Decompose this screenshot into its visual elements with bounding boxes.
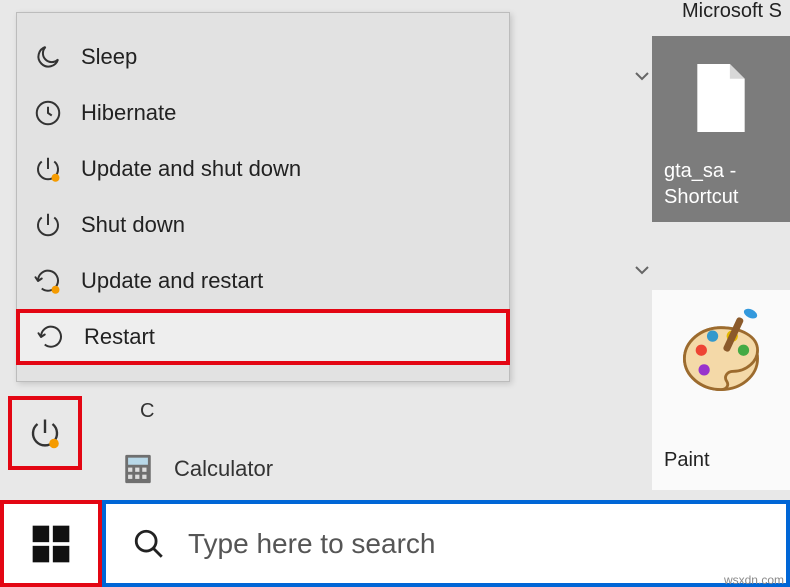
restart-label: Restart [84,324,155,350]
sleep-menu-item[interactable]: Sleep [17,29,509,85]
sleep-icon [33,42,81,72]
taskbar-search-placeholder: Type here to search [188,528,435,560]
shutdown-menu-item[interactable]: Shut down [17,197,509,253]
tile-paint[interactable]: Paint [652,290,790,490]
sleep-label: Sleep [81,44,137,70]
hibernate-icon [33,98,81,128]
update-shutdown-icon [33,154,81,184]
windows-logo-icon [29,522,73,566]
chevron-down-icon[interactable] [630,258,654,282]
apps-list: C Calculator [120,400,273,487]
update-restart-label: Update and restart [81,268,263,294]
taskbar: Type here to search [0,500,790,587]
file-icon [691,61,751,140]
hibernate-label: Hibernate [81,100,176,126]
tile-gta-shortcut[interactable]: gta_sa - Shortcut [652,36,790,222]
start-menu-area: Sleep Hibernate Updat [0,0,640,500]
power-icon [27,415,63,451]
chevron-down-icon[interactable] [630,64,654,88]
start-tiles-area: Microsoft S gta_sa - Shortcut [640,0,790,500]
power-options-menu: Sleep Hibernate Updat [16,12,510,382]
shutdown-icon [33,210,81,240]
apps-letter-header[interactable]: C [140,400,273,423]
paint-icon [676,308,766,403]
hibernate-menu-item[interactable]: Hibernate [17,85,509,141]
power-button[interactable] [8,396,82,470]
update-restart-icon [33,266,81,296]
calculator-icon [120,451,156,487]
update-restart-menu-item[interactable]: Update and restart [17,253,509,309]
shutdown-label: Shut down [81,212,185,238]
tile-paint-label: Paint [664,449,710,472]
taskbar-search-box[interactable]: Type here to search [102,500,790,587]
tile-gta-label: gta_sa - Shortcut [664,158,778,210]
restart-menu-item[interactable]: Restart [16,309,510,365]
tile-group-label: Microsoft S [682,0,782,23]
search-icon [132,527,166,561]
update-shutdown-menu-item[interactable]: Update and shut down [17,141,509,197]
restart-icon [36,322,84,352]
calculator-label: Calculator [174,456,273,482]
watermark: wsxdn.com [724,573,784,587]
update-shutdown-label: Update and shut down [81,156,301,182]
calculator-app-item[interactable]: Calculator [120,451,273,487]
start-button[interactable] [0,500,102,587]
